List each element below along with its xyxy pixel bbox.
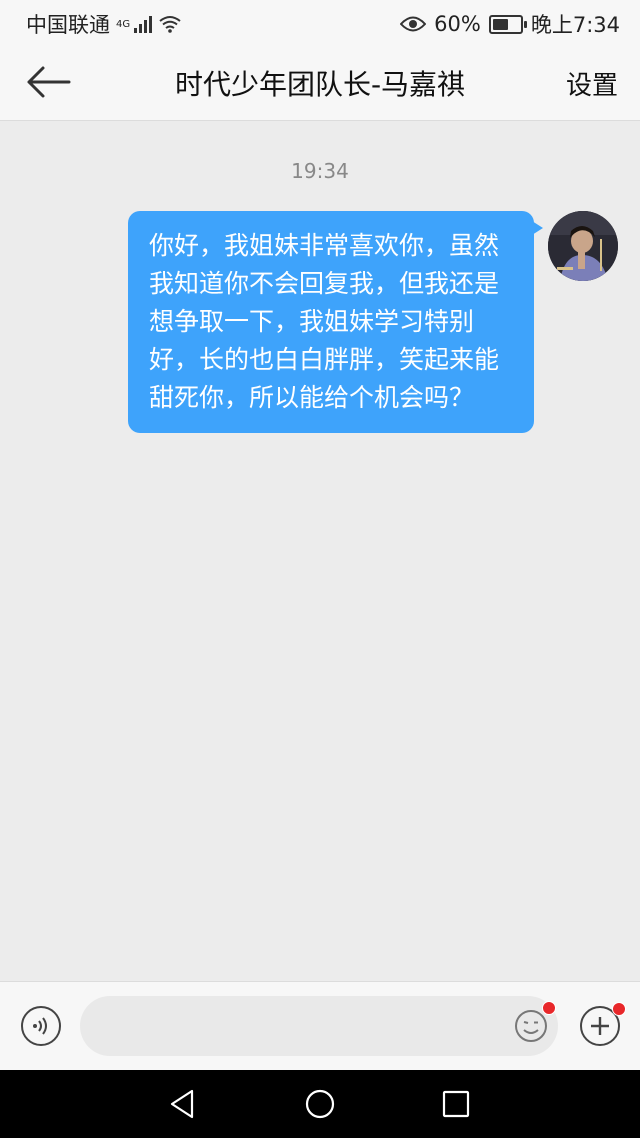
message-input[interactable] xyxy=(80,996,558,1056)
nav-home-icon[interactable] xyxy=(304,1088,336,1120)
battery-fill xyxy=(492,18,509,30)
emoji-notification-dot xyxy=(542,1001,556,1015)
status-left: 中国联通 4G xyxy=(26,9,182,39)
signal-icon xyxy=(134,15,153,33)
chat-area[interactable]: 19:34 你好，我姐妹非常喜欢你，虽然我知道你不会回复我，但我还是想争取一下，… xyxy=(0,121,640,981)
chat-title: 时代少年团队长-马嘉祺 xyxy=(174,68,466,101)
back-button[interactable] xyxy=(22,60,74,104)
status-right: 60% 晚上7:34 xyxy=(400,9,620,39)
clock: 晚上7:34 xyxy=(530,13,620,37)
title-bar: 时代少年团队长-马嘉祺 设置 xyxy=(0,44,640,121)
plus-icon xyxy=(591,1017,609,1035)
plus-notification-dot xyxy=(612,1002,626,1016)
nav-recents-icon[interactable] xyxy=(440,1088,472,1120)
avatar[interactable] xyxy=(548,211,618,281)
more-options-button[interactable] xyxy=(580,1002,626,1046)
nav-back-icon[interactable] xyxy=(166,1088,198,1120)
message-timestamp: 19:34 xyxy=(291,159,349,183)
carrier-label: 中国联通 xyxy=(26,13,110,37)
battery-percent: 60% xyxy=(434,12,481,36)
network-badge: 4G xyxy=(116,18,131,30)
emoji-icon xyxy=(515,1010,547,1042)
emoji-button[interactable] xyxy=(514,1001,556,1043)
battery-icon xyxy=(488,14,527,34)
message-bubble-outgoing[interactable]: 你好，我姐妹非常喜欢你，虽然我知道你不会回复我，但我还是想争取一下，我姐妹学习特… xyxy=(128,211,543,433)
status-bar: 中国联通 4G 60% 晚上7:34 xyxy=(0,0,640,44)
voice-button[interactable] xyxy=(21,1006,61,1046)
avatar-image xyxy=(548,211,618,281)
back-arrow-icon xyxy=(27,66,71,98)
input-bar xyxy=(0,981,640,1071)
eye-icon xyxy=(400,16,427,32)
wifi-icon xyxy=(159,16,181,33)
system-nav-bar xyxy=(0,1070,640,1138)
voice-icon xyxy=(33,1017,47,1035)
settings-button[interactable]: 设置 xyxy=(566,65,618,102)
